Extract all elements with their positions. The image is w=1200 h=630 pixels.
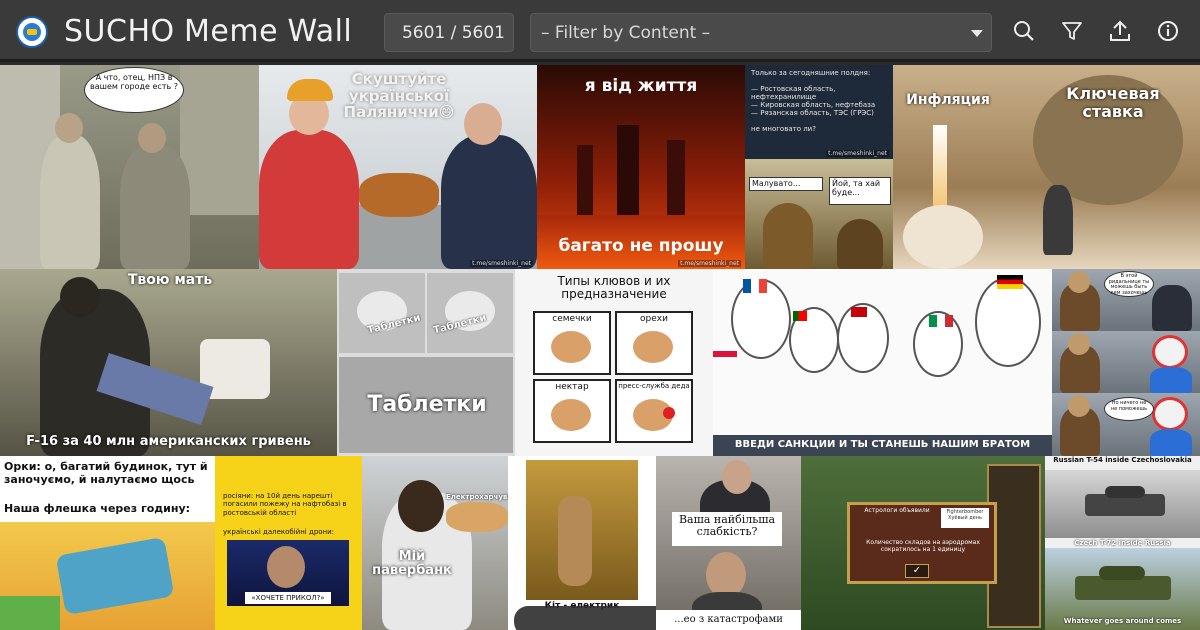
meme-counter: 5601 / 5601 (384, 13, 514, 52)
cell-label: семечки (552, 314, 592, 324)
app-title: SUCHO Meme Wall (64, 14, 353, 49)
meme-text: українські далекобійні дрони: (223, 528, 335, 536)
content-filter-select[interactable]: – Filter by Content – (530, 13, 992, 52)
meme-caption-middle: Czech T-72 inside Russia (1074, 539, 1171, 547)
chevron-down-icon (971, 30, 983, 37)
meme-tile[interactable]: В этой ридальнице ты можешь быть кем зах… (1052, 269, 1200, 331)
meme-caption-bottom: багато не прошу (558, 236, 724, 256)
meme-tile[interactable]: Твою мать F-16 за 40 млн американских гр… (0, 269, 337, 456)
meme-banner: Астрологи объявили (864, 507, 930, 514)
meme-text: росіяни: на 10й день нарешті погасили по… (223, 492, 347, 517)
meme-text: Только за сегодняшние полдня: — Ростовск… (751, 69, 876, 134)
meme-tile[interactable]: Малувато... Йой, та хай буде... (745, 159, 893, 269)
meme-tile[interactable]: Астрологи объявили Fighterbomber Хуёвый … (801, 456, 1045, 630)
watermark: t.me/smeshinki_net (826, 150, 889, 157)
meme-text: Количество складов на аэродромах сократи… (866, 539, 980, 553)
search-icon[interactable] (1011, 18, 1037, 44)
watermark: t.me/smeshinki_net (678, 260, 741, 267)
meme-caption-top: Твою мать (127, 272, 213, 288)
meme-title: Типы клювов и их предназначение (557, 274, 671, 302)
watermark: t.me/smeshinki_net (470, 260, 533, 267)
meme-label: Електрохарчування (446, 493, 508, 501)
meme-tile[interactable]: я від життя багато не прошу t.me/smeshin… (537, 65, 745, 269)
meme-tile[interactable]: росіяни: на 10й день нарешті погасили по… (215, 456, 362, 630)
meme-tag: «ХОЧЕТЕ ПРИКОЛ?» (245, 592, 331, 604)
meme-tile[interactable]: Инфляция Ключевая ставка (893, 65, 1200, 269)
speech-bubble: Но ничего не не поможешь (1104, 397, 1154, 421)
meme-tile[interactable]: Електрохарчування Мій павербанк (362, 456, 508, 630)
top-bar: SUCHO Meme Wall 5601 / 5601 – Filter by … (0, 0, 1200, 62)
meme-caption-top: Russian T-54 inside Czechoslovakia (1053, 456, 1192, 464)
meme-caption-top: Орки: о, багатий будинок, тут й заночуєм… (4, 460, 208, 487)
meme-caption-bottom: F-16 за 40 млн американских гривень (26, 434, 311, 449)
cell-label: орехи (640, 314, 668, 324)
meme-tile[interactable] (1052, 331, 1200, 393)
cell-label: пресс-служба деда (618, 382, 690, 390)
meme-tile[interactable]: Орки: о, багатий будинок, тут й заночуєм… (0, 456, 215, 630)
meme-tile[interactable]: Только за сегодняшние полдня: — Ростовск… (745, 65, 893, 159)
meme-tile[interactable]: Но ничего не не поможешь (1052, 393, 1200, 456)
speech-bubble: В этой ридальнице ты можешь быть кем зах… (1104, 271, 1154, 297)
filter-icon[interactable] (1059, 18, 1085, 44)
meme-caption-bottom: ...ео з катастрофами (656, 610, 801, 630)
meme-tile[interactable]: А что, отец, НПЗ в вашем городе есть ? (0, 65, 259, 269)
meme-label-big: Таблетки (367, 392, 487, 417)
meme-caption: Скуштуйте української Паляниччи😅 (343, 70, 455, 121)
upload-icon[interactable] (1107, 18, 1133, 44)
meme-caption-bottom: Наша флешка через годину: (4, 502, 191, 515)
meme-tile[interactable]: ВВЕДИ САНКЦИИ И ТЫ СТАНЕШЬ НАШИМ БРАТОМ (713, 269, 1052, 456)
meme-caption-left: Инфляция (906, 92, 990, 108)
meme-tile[interactable]: Кіт - електрик (508, 456, 656, 630)
speech-bubble: Йой, та хай буде... (829, 177, 891, 205)
meme-tile[interactable]: Типы клювов и их предназначение семечки … (515, 269, 713, 456)
meme-caption-bottom: Whatever goes around comes (1063, 617, 1182, 625)
speech-bubble: А что, отец, НПЗ в вашем городе есть ? (84, 67, 184, 113)
meme-label: Мій павербанк (372, 549, 452, 579)
meme-grid: А что, отец, НПЗ в вашем городе есть ? С… (0, 65, 1200, 630)
meme-tile[interactable]: Скуштуйте української Паляниччи😅 t.me/sm… (259, 65, 537, 269)
meme-tile[interactable]: Таблетки Таблетки Таблетки (337, 269, 515, 456)
meme-caption-top: я від життя (584, 76, 698, 96)
cell-label: нектар (555, 382, 589, 392)
meme-badge: Fighterbomber Хуёвый день (941, 508, 989, 528)
speech-bubble: Малувато... (749, 177, 823, 191)
sucho-logo-icon[interactable] (16, 16, 48, 48)
meme-caption-top: Ваша найбільша слабкість? (678, 513, 776, 539)
ok-button-icon: ✓ (905, 564, 929, 578)
meme-tile[interactable]: Ваша найбільша слабкість? ...ео з катаст… (656, 456, 801, 630)
filter-selected-value: – Filter by Content – (541, 23, 711, 43)
info-icon[interactable] (1155, 18, 1181, 44)
meme-caption-right: Ключевая ставка (1066, 84, 1160, 121)
meme-tile[interactable]: Russian T-54 inside Czechoslovakia Czech… (1045, 456, 1200, 630)
meme-caption: ВВЕДИ САНКЦИИ И ТЫ СТАНЕШЬ НАШИМ БРАТОМ (734, 439, 1031, 450)
